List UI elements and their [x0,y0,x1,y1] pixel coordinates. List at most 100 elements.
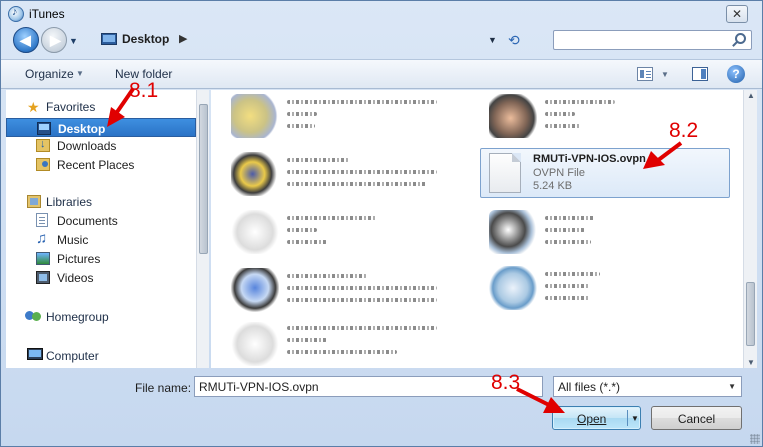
refresh-button[interactable]: ⟲ [508,32,520,49]
sidebar-group-label: Homegroup [46,310,109,324]
sidebar-item-label: Music [57,233,89,247]
scroll-up-icon[interactable]: ▲ [747,91,755,100]
blurred-text [287,240,327,244]
sidebar-item-downloads[interactable]: Downloads [6,136,196,155]
star-icon: ★ [27,99,40,115]
file-tile-blurred[interactable] [221,264,461,316]
address-dropdown-button[interactable]: ▼ [488,35,497,45]
blurred-text [287,216,377,220]
sidebar-scrollbar[interactable] [196,90,209,368]
blurred-text [287,100,437,104]
chevron-right-icon[interactable]: ▶ [179,32,187,45]
sidebar-group-homegroup[interactable]: Homegroup [6,307,196,326]
forward-arrow-icon: ▶ [50,32,61,48]
address-bar[interactable]: Desktop ▶ [93,29,521,51]
itunes-app-icon [8,6,24,22]
chevron-down-icon[interactable]: ▼ [76,69,84,78]
blurred-text [545,112,575,116]
navigation-pane: ★ Favorites Desktop Downloads Recent Pla… [6,90,196,368]
organize-button[interactable]: Organize [25,67,74,81]
scrollbar-thumb[interactable] [746,282,755,346]
file-tile-blurred[interactable] [221,90,461,142]
file-list: RMUTi-VPN-IOS.ovpn OVPN File 5.24 KB [211,90,743,368]
forward-button[interactable]: ▶ [41,27,67,53]
file-thumbnail-icon [231,210,279,254]
videos-icon [36,271,50,284]
sidebar-item-recent-places[interactable]: Recent Places [6,155,196,174]
file-name: RMUTi-VPN-IOS.ovpn [533,153,646,165]
file-tile-rmuti-vpn[interactable]: RMUTi-VPN-IOS.ovpn OVPN File 5.24 KB [480,148,730,198]
address-location[interactable]: Desktop [122,32,169,46]
blurred-text [287,338,327,342]
search-input[interactable] [554,31,724,49]
chevron-down-icon[interactable]: ▼ [661,70,669,79]
blurred-text [287,124,315,128]
sidebar-item-label: Videos [57,271,94,285]
sidebar-item-music[interactable]: ♫ Music [6,230,196,249]
help-icon[interactable]: ? [727,65,745,83]
file-name-input[interactable] [195,377,535,396]
recent-places-icon [36,158,50,171]
chevron-down-icon[interactable]: ▼ [631,414,639,423]
scroll-down-icon[interactable]: ▼ [747,358,755,367]
file-type: OVPN File [533,167,585,179]
blurred-text [545,240,591,244]
open-button-label: Open [577,412,607,426]
blurred-text [545,296,590,300]
sidebar-item-documents[interactable]: Documents [6,211,196,230]
change-view-icon[interactable] [637,67,653,81]
documents-icon [36,213,48,227]
blurred-text [287,158,349,162]
scrollbar-thumb[interactable] [199,104,208,254]
file-tile-blurred[interactable] [479,262,719,314]
back-button[interactable]: ◀ [13,27,39,53]
annotation-arrow-icon [107,87,135,127]
file-thumbnail-icon [231,322,279,366]
downloads-icon [36,138,50,152]
file-type-select[interactable]: All files (*.*) ▼ [553,376,742,397]
file-thumbnail-icon [489,266,537,310]
chevron-down-icon[interactable]: ▼ [728,382,736,391]
search-icon[interactable] [735,33,746,44]
sidebar-item-pictures[interactable]: Pictures [6,249,196,268]
file-tile-blurred[interactable] [221,318,461,368]
file-open-dialog: iTunes ✕ ◀ ▶ ▼ Desktop ▶ ▼ ⟲ Organize ▼ … [0,0,763,447]
window-title: iTunes [29,7,65,21]
preview-pane-icon[interactable] [692,67,708,81]
resize-grip-icon[interactable] [750,434,760,444]
sidebar-group-computer[interactable]: Computer [6,346,196,365]
search-box[interactable] [553,30,752,50]
file-name-label: File name: [135,381,192,395]
cancel-button-label: Cancel [677,412,716,426]
close-button[interactable]: ✕ [726,5,748,23]
file-tile-blurred[interactable] [221,206,461,258]
sidebar-item-label: Recent Places [57,158,135,172]
sidebar-group-label: Libraries [46,195,93,209]
document-file-icon [489,153,521,193]
blurred-text [545,228,585,232]
sidebar-group-libraries[interactable]: Libraries [6,192,196,211]
sidebar-group-label: Computer [46,349,99,363]
title-bar: iTunes ✕ [1,1,762,27]
desktop-icon [101,33,117,45]
pictures-icon [36,252,50,265]
cancel-button[interactable]: Cancel [651,406,742,430]
back-arrow-icon: ◀ [20,32,31,48]
file-size: 5.24 KB [533,180,573,192]
blurred-text [287,326,437,330]
blurred-text [545,124,581,128]
music-note-icon: ♫ [36,230,48,247]
blurred-text [545,272,600,276]
blurred-text [287,274,367,278]
file-list-scrollbar[interactable]: ▲ ▼ [743,90,757,368]
homegroup-icon [25,309,43,323]
file-tile-blurred[interactable] [221,148,461,200]
recent-locations-button[interactable]: ▼ [69,36,78,46]
file-thumbnail-icon [231,152,279,196]
annotation-arrow-icon [516,387,565,413]
file-thumbnail-icon [489,210,537,254]
file-tile-blurred[interactable] [479,206,719,258]
sidebar-item-videos[interactable]: Videos [6,268,196,287]
file-thumbnail-icon [231,268,279,312]
split-divider [627,410,628,426]
